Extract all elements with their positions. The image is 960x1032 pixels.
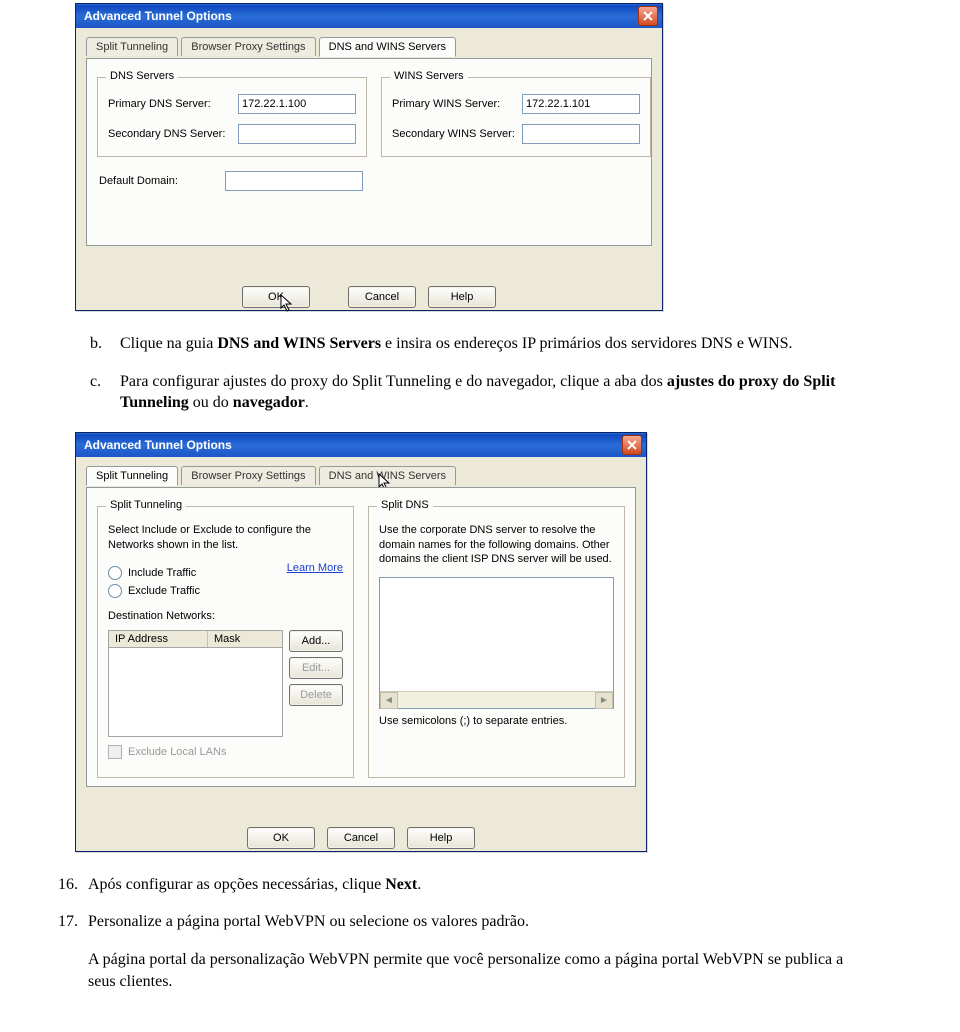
instruction-c: Para configurar ajustes do proxy do Spli…: [120, 371, 900, 414]
legend-split-dns: Split DNS: [377, 499, 433, 511]
list-marker-16: 16.: [58, 874, 88, 896]
cancel-button[interactable]: Cancel: [348, 286, 416, 308]
destination-networks-label: Destination Networks:: [108, 610, 343, 622]
radio-exclude-traffic[interactable]: Exclude Traffic: [108, 584, 251, 598]
dialog-title: Advanced Tunnel Options: [84, 9, 232, 23]
primary-dns-label: Primary DNS Server:: [108, 98, 238, 110]
ok-button[interactable]: OK: [247, 827, 315, 849]
close-icon[interactable]: [622, 435, 642, 455]
exclude-local-lans-checkbox: Exclude Local LANs: [108, 745, 343, 759]
cancel-button[interactable]: Cancel: [327, 827, 395, 849]
secondary-wins-label: Secondary WINS Server:: [392, 128, 522, 140]
learn-more-link[interactable]: Learn More: [287, 562, 343, 574]
split-dns-textarea[interactable]: ◄ ►: [379, 577, 614, 709]
split-tunneling-desc: Select Include or Exclude to configure t…: [108, 523, 343, 553]
scroll-left-icon[interactable]: ◄: [380, 692, 398, 709]
list-marker-c: c.: [90, 371, 120, 414]
secondary-dns-label: Secondary DNS Server:: [108, 128, 238, 140]
primary-wins-label: Primary WINS Server:: [392, 98, 522, 110]
instruction-16: Após configurar as opções necessárias, c…: [88, 874, 868, 896]
tab-browser-proxy[interactable]: Browser Proxy Settings: [181, 466, 315, 485]
grid-header: IP Address Mask: [108, 630, 283, 648]
legend-dns: DNS Servers: [106, 70, 178, 82]
split-dns-hint: Use semicolons (;) to separate entries.: [379, 715, 614, 727]
scrollbar-horizontal[interactable]: ◄ ►: [380, 691, 613, 708]
legend-wins: WINS Servers: [390, 70, 468, 82]
tab-browser-proxy[interactable]: Browser Proxy Settings: [181, 37, 315, 56]
radio-include-traffic[interactable]: Include Traffic: [108, 566, 251, 580]
list-marker-b: b.: [90, 333, 120, 355]
titlebar[interactable]: Advanced Tunnel Options: [76, 4, 662, 28]
dialog-advanced-tunnel-split[interactable]: Advanced Tunnel Options Split Tunneling …: [75, 432, 647, 852]
default-domain-input[interactable]: [225, 171, 363, 191]
paragraph: A página portal da personalização WebVPN…: [88, 949, 868, 992]
secondary-dns-input[interactable]: [238, 124, 356, 144]
fieldset-split-dns: Split DNS Use the corporate DNS server t…: [368, 506, 625, 778]
primary-dns-input[interactable]: [238, 94, 356, 114]
tab-split-tunneling[interactable]: Split Tunneling: [86, 466, 178, 486]
checkbox-label: Exclude Local LANs: [128, 746, 226, 758]
radio-label: Exclude Traffic: [128, 585, 200, 597]
destination-networks-grid[interactable]: [108, 648, 283, 737]
titlebar[interactable]: Advanced Tunnel Options: [76, 433, 646, 457]
add-button[interactable]: Add...: [289, 630, 343, 652]
tab-split-tunneling[interactable]: Split Tunneling: [86, 37, 178, 56]
fieldset-dns: DNS Servers Primary DNS Server: Secondar…: [97, 77, 367, 157]
delete-button[interactable]: Delete: [289, 684, 343, 706]
scroll-right-icon[interactable]: ►: [595, 692, 613, 709]
fieldset-wins: WINS Servers Primary WINS Server: Second…: [381, 77, 651, 157]
fieldset-split-tunneling: Split Tunneling Select Include or Exclud…: [97, 506, 354, 778]
dialog-title: Advanced Tunnel Options: [84, 438, 232, 452]
dialog-advanced-tunnel-dns[interactable]: Advanced Tunnel Options Split Tunneling …: [75, 3, 663, 311]
col-ip[interactable]: IP Address: [109, 631, 208, 647]
help-button[interactable]: Help: [428, 286, 496, 308]
help-button[interactable]: Help: [407, 827, 475, 849]
list-marker-17: 17.: [58, 911, 88, 933]
edit-button[interactable]: Edit...: [289, 657, 343, 679]
secondary-wins-input[interactable]: [522, 124, 640, 144]
tab-dns-wins[interactable]: DNS and WINS Servers: [319, 466, 456, 485]
ok-button[interactable]: OK: [242, 286, 310, 308]
close-icon[interactable]: [638, 6, 658, 26]
radio-label: Include Traffic: [128, 567, 196, 579]
tab-dns-wins[interactable]: DNS and WINS Servers: [319, 37, 456, 57]
col-mask[interactable]: Mask: [208, 631, 282, 647]
default-domain-label: Default Domain:: [99, 175, 225, 187]
instruction-b: Clique na guia DNS and WINS Servers e in…: [120, 333, 900, 355]
checkbox-icon: [108, 745, 122, 759]
radio-icon: [108, 584, 122, 598]
legend-split-tunneling: Split Tunneling: [106, 499, 186, 511]
instruction-17: Personalize a página portal WebVPN ou se…: [88, 911, 868, 933]
radio-icon: [108, 566, 122, 580]
split-dns-desc: Use the corporate DNS server to resolve …: [379, 523, 614, 568]
primary-wins-input[interactable]: [522, 94, 640, 114]
